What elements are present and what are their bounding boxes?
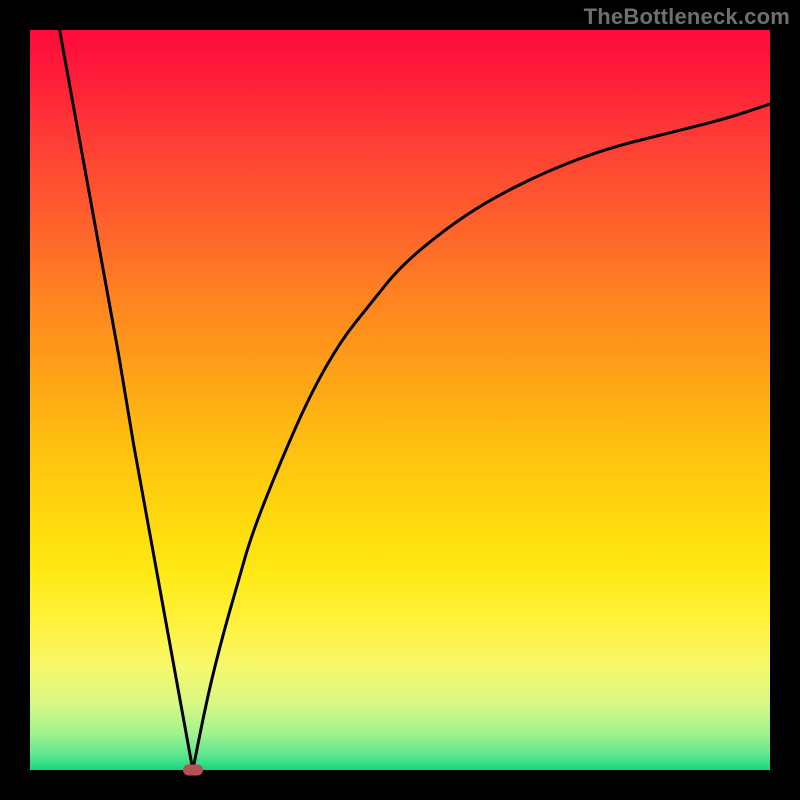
plot-area (30, 30, 770, 770)
curve-right (193, 104, 770, 770)
chart-stage: TheBottleneck.com (0, 0, 800, 800)
watermark-text: TheBottleneck.com (584, 4, 790, 30)
curve-svg (30, 30, 770, 770)
minimum-marker (183, 765, 203, 776)
curve-left (60, 30, 193, 770)
